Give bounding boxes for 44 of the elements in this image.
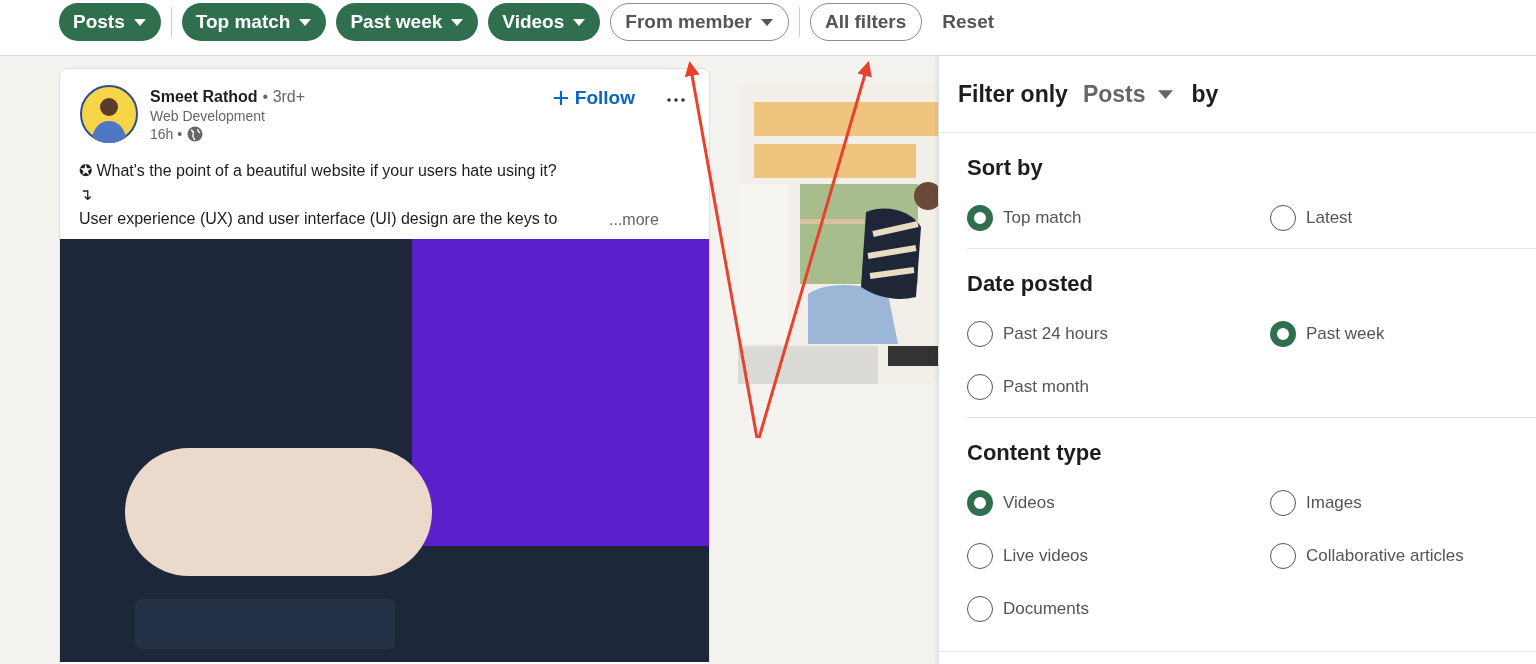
caret-icon: [1157, 89, 1173, 99]
panel-title: Filter only: [958, 80, 1068, 108]
panel-title-suffix: by: [1191, 80, 1219, 108]
radio-option[interactable]: Collaborative articles: [1270, 529, 1536, 582]
radio-option[interactable]: Past week: [1270, 307, 1536, 360]
globe-icon: [187, 126, 204, 142]
follow-button[interactable]: Follow: [552, 87, 635, 109]
content-type-dropdown[interactable]: Posts: [1082, 80, 1173, 108]
filter-chip[interactable]: Top match: [181, 3, 327, 41]
radio-option[interactable]: Videos: [967, 476, 1270, 529]
caret-icon: [761, 18, 773, 26]
avatar: [80, 85, 138, 143]
radio-button[interactable]: [967, 204, 993, 231]
caret-icon: [573, 18, 586, 26]
post-text: ↴: [79, 185, 92, 205]
radio-option[interactable]: Past month: [967, 360, 1270, 413]
radio-button[interactable]: [1270, 320, 1296, 347]
section-heading: Date posted: [967, 271, 1094, 297]
caret-icon: [451, 18, 464, 26]
radio-option[interactable]: Live videos: [967, 529, 1270, 582]
radio-button[interactable]: [967, 489, 993, 516]
post-time: 16h •: [150, 126, 183, 142]
filter-chip[interactable]: From member: [610, 3, 789, 41]
filter-chip[interactable]: Posts: [59, 3, 161, 41]
radio-option[interactable]: Past 24 hours: [967, 307, 1270, 360]
author-headline: Web Development: [150, 108, 266, 124]
reset-button[interactable]: Reset: [932, 3, 1005, 41]
more-options-icon[interactable]: [667, 98, 685, 102]
caret-icon: [133, 18, 146, 26]
author-name[interactable]: Smeet Rathod: [150, 88, 258, 106]
connection-degree: • 3rd+: [262, 88, 306, 106]
radio-option[interactable]: Latest: [1270, 191, 1536, 244]
filter-chip[interactable]: All filters: [810, 3, 923, 41]
plus-icon: [552, 90, 569, 106]
section-heading: Content type: [967, 440, 1103, 466]
radio-option[interactable]: Documents: [967, 582, 1270, 635]
radio-option[interactable]: Images: [1270, 476, 1536, 529]
post-text: User experience (UX) and user interface (UI) design are the keys to: [79, 209, 558, 229]
filter-chip[interactable]: Videos: [488, 3, 601, 41]
section-heading: Sort by: [967, 155, 1044, 181]
post-text: ✪ What's the point of a beautiful website if your users hate using it?: [79, 161, 557, 181]
radio-option[interactable]: Top match: [967, 191, 1270, 244]
filter-chip[interactable]: Past week: [336, 3, 479, 41]
caret-icon: [299, 18, 312, 26]
